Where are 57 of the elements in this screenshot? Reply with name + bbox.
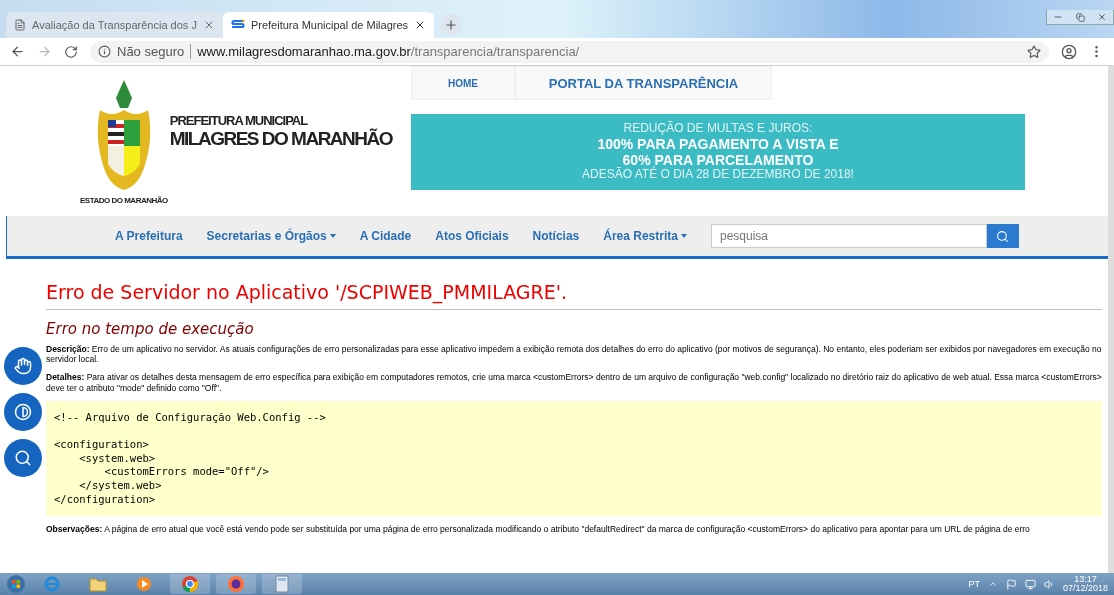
profile-icon[interactable] — [1061, 43, 1077, 60]
site-favicon-icon — [230, 19, 245, 31]
search-button[interactable] — [986, 224, 1019, 248]
error-paragraph: Descrição: Erro de um aplicativo no servidor. As atuais configurações de erro personalizadas para esse aplicativo impedem a exibição remota dos detalhes do erro do aplicativo (por motivos de segurança). No entanto, eles poderiam ser exibidos por navegadores em execução no servidor local. — [46, 344, 1102, 365]
error-title: Erro de Servidor no Aplicativo '/SCPIWEB_PMMILAGRE'. — [46, 281, 569, 303]
search-field[interactable]: pesquisa — [710, 224, 987, 248]
clock[interactable]: 13:17 07/12/2018 — [1062, 575, 1108, 593]
reload-icon[interactable] — [64, 44, 78, 59]
network-icon[interactable] — [1024, 578, 1036, 590]
restore-icon — [1075, 12, 1085, 22]
hand-icon — [14, 357, 32, 375]
state-name: ESTADO DO MARANHÃO — [80, 195, 168, 205]
folder-icon[interactable] — [89, 576, 107, 592]
brand-title: MILAGRES DO MARANHÃO — [169, 127, 393, 150]
sign-language-button[interactable] — [4, 347, 42, 385]
language-indicator[interactable]: PT — [968, 579, 980, 589]
zoom-button[interactable] — [4, 439, 42, 477]
browser-tab[interactable]: Avaliação da Transparência dos J — [6, 12, 223, 38]
nav-link[interactable]: Secretarias e Órgãos — [206, 229, 336, 243]
top-link[interactable]: PORTAL DA TRANSPARÊNCIA — [515, 66, 772, 100]
url-host: www.milagresdomaranhao.ma.gov.br — [197, 44, 411, 59]
chrome-icon[interactable] — [181, 575, 199, 593]
top-link[interactable]: HOME — [411, 66, 515, 100]
start-orb-icon[interactable] — [6, 574, 26, 594]
contrast-button[interactable] — [4, 393, 42, 431]
close-icon — [1097, 12, 1107, 22]
nav-link[interactable]: Atos Oficiais — [435, 229, 509, 243]
action-center-flag-icon[interactable] — [1005, 578, 1017, 590]
nav-link[interactable]: A Prefeitura — [115, 229, 183, 243]
calculator-icon[interactable] — [275, 575, 289, 593]
page-icon — [14, 19, 26, 31]
volume-icon[interactable] — [1043, 578, 1055, 590]
url-path: /transparencia/transparencia/ — [410, 44, 580, 59]
code-block: <!-- Arquivo de Configuração Web.Config --> <configuration> <system.web> <customErrors mode="Off"/> </system.web> </configuration> — [46, 400, 1102, 517]
nav-link[interactable]: Área Restrita — [603, 229, 687, 243]
back-icon[interactable] — [10, 44, 25, 59]
caret-icon — [329, 234, 336, 238]
media-player-icon[interactable] — [136, 576, 152, 592]
info-icon[interactable] — [98, 45, 111, 58]
brand-subtitle: PREFEITURA MUNICIPAL — [169, 112, 309, 128]
error-subtitle: Erro no tempo de execução — [46, 320, 255, 338]
contrast-icon — [14, 403, 32, 421]
plus-icon — [444, 18, 459, 32]
address-field[interactable]: Não seguro www.milagresdomaranhao.ma.gov.br/transparencia/transparencia/ — [90, 40, 1049, 63]
error-note: Observações: A página de erro atual que você está vendo pode ser substituída por uma página de erro personalizada modificando o atributo "defaultRedirect" da marca de configuração <customErrors> do aplicativo para apontar para um URL de página de erro — [46, 524, 1031, 535]
new-tab-button[interactable] — [440, 14, 463, 36]
nav-link[interactable]: A Cidade — [359, 229, 412, 243]
firefox-icon[interactable] — [227, 575, 245, 593]
error-paragraph: Detalhes: Para ativar os detalhes desta mensagem de erro específica para exibição em computadores remotos, crie uma marca <customErrors> dentro de um arquivo de configuração "web.config" localizado no diretório raiz do aplicativo de web atual. Essa marca <customErrors> deve ter o atributo "mode" definido como "Off". — [46, 372, 1102, 393]
magnifier-icon — [14, 449, 32, 467]
caret-icon — [680, 234, 687, 238]
browser-tab[interactable]: Prefeitura Municipal de Milagres — [222, 12, 435, 38]
nav-link[interactable]: Notícias — [532, 229, 580, 243]
bookmark-star-icon[interactable] — [1027, 44, 1041, 59]
tray-expand-icon[interactable] — [987, 579, 998, 589]
search-icon — [996, 229, 1010, 243]
security-label: Não seguro — [117, 44, 192, 59]
